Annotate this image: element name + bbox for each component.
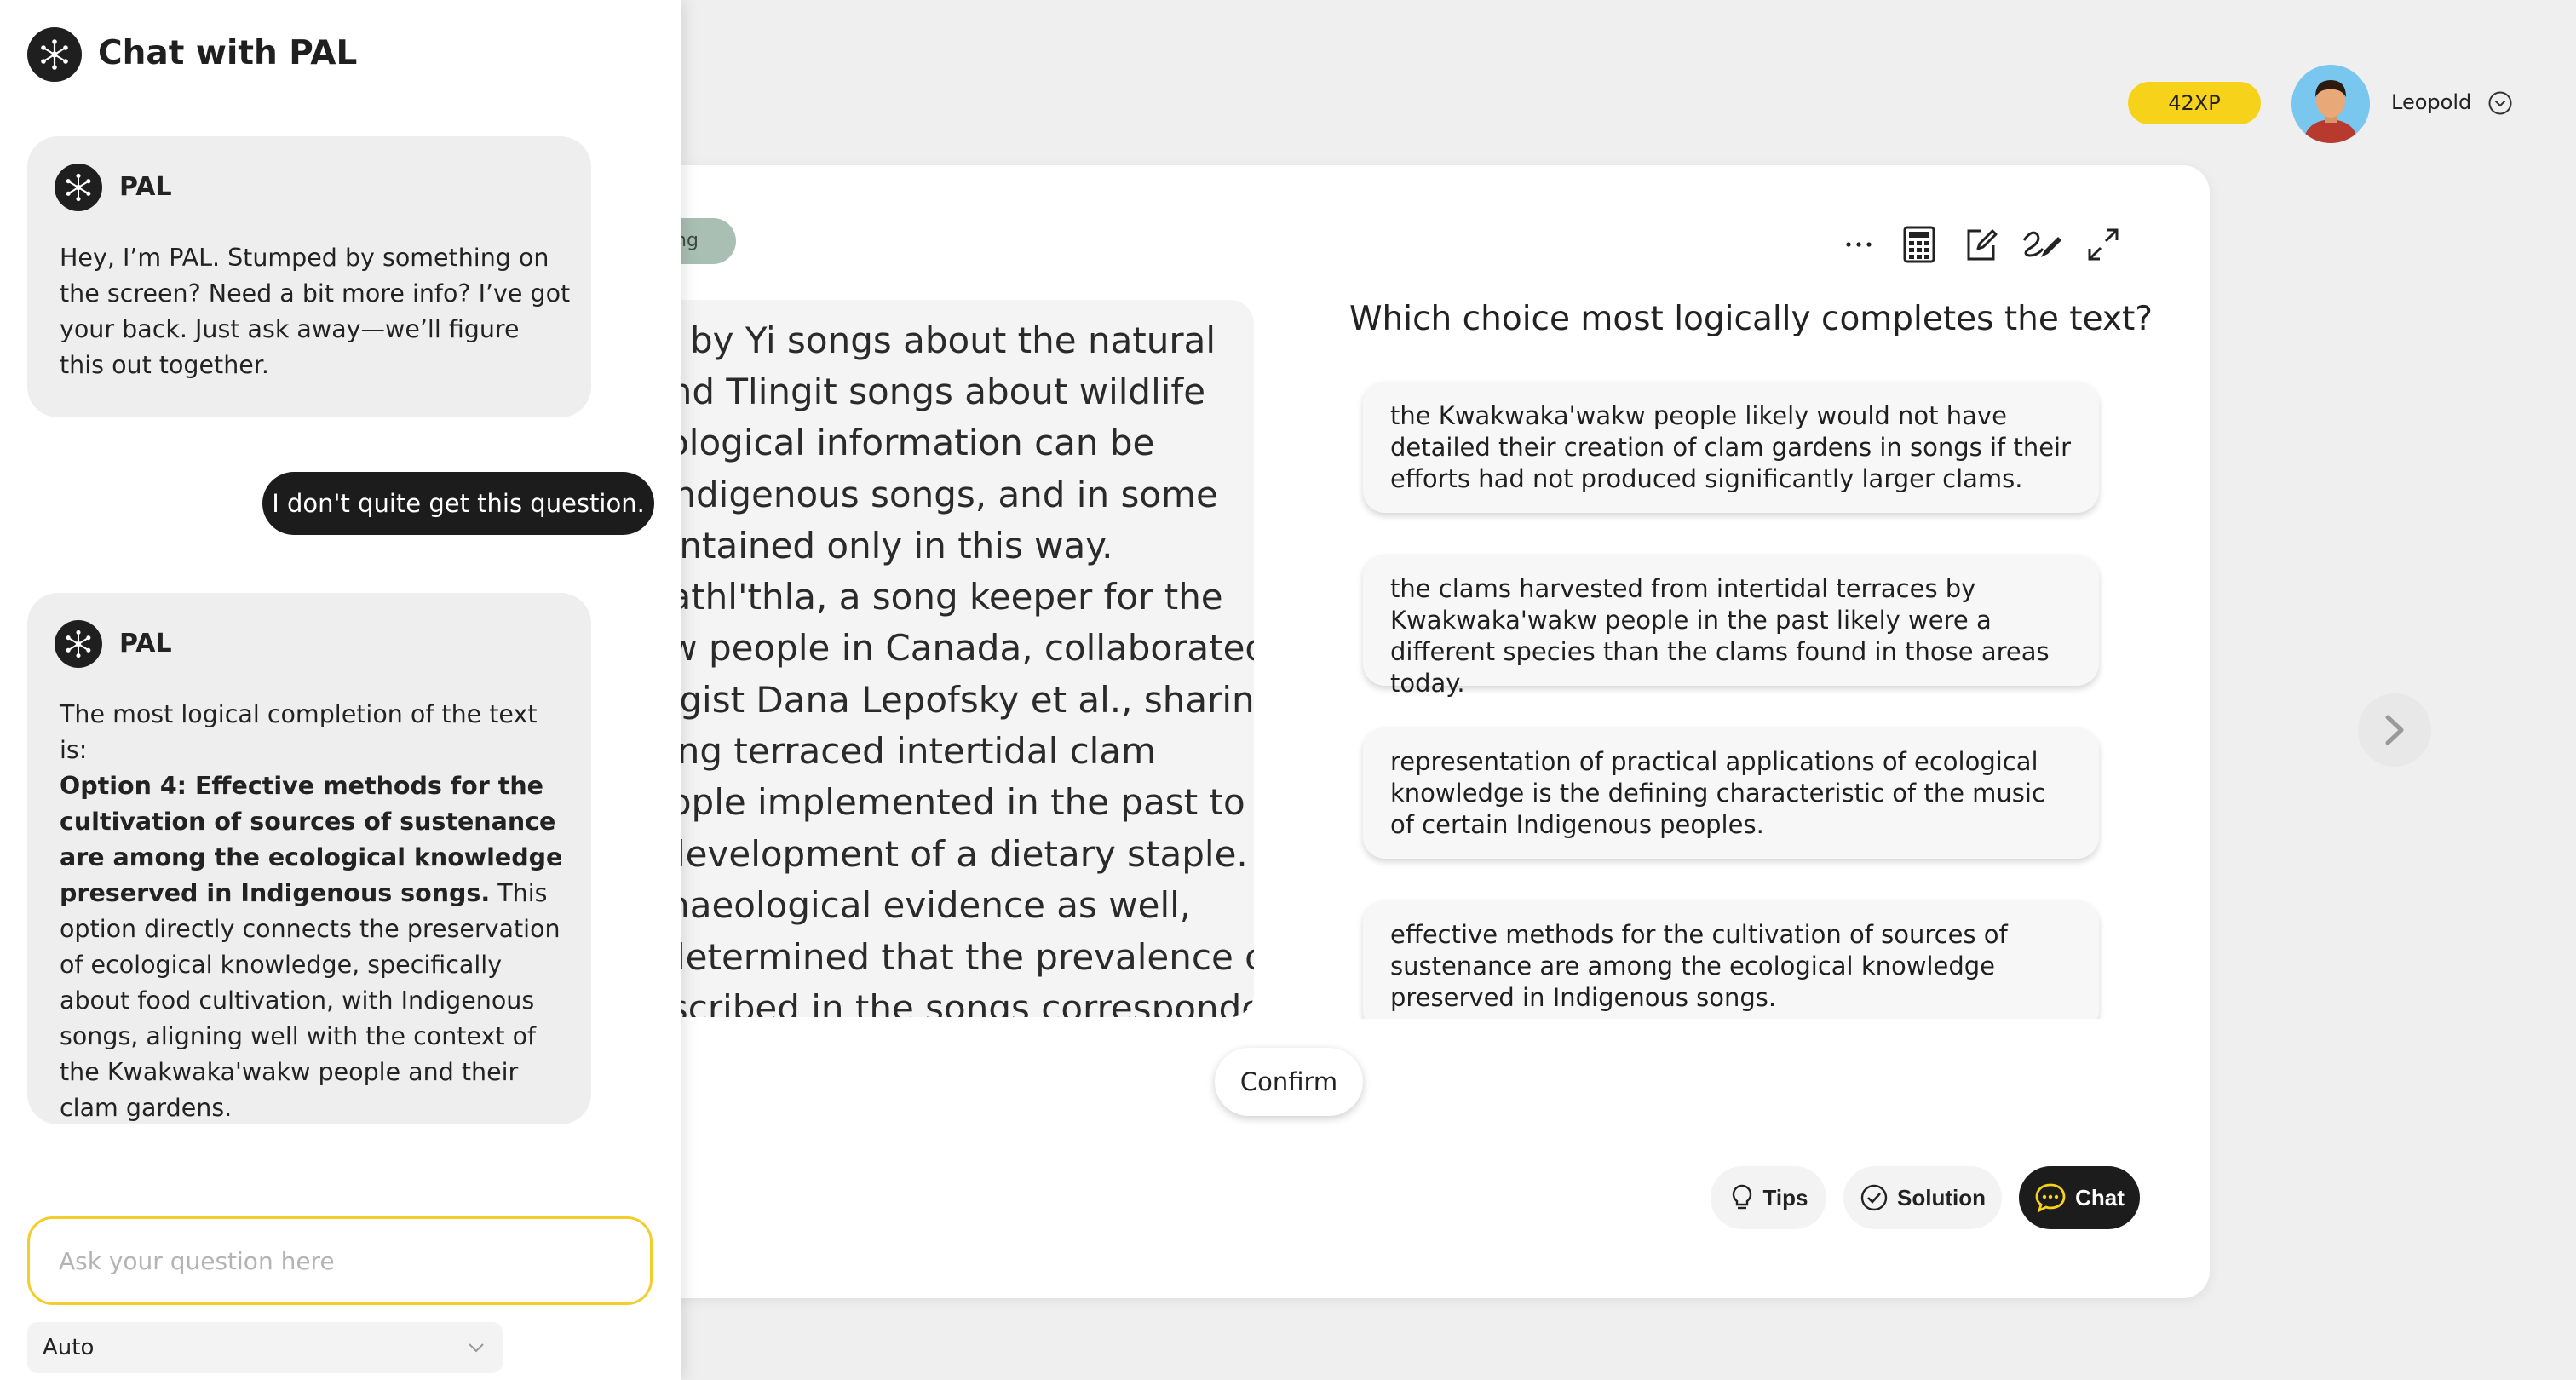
passage-line: escribed in the songs corresponded bbox=[647, 987, 1254, 1018]
edit-icon[interactable] bbox=[1961, 223, 2000, 266]
answer-option-3[interactable]: representation of practical applications… bbox=[1363, 727, 2099, 859]
pal-message: PAL The most logical completion of the t… bbox=[27, 593, 591, 1124]
user-name[interactable]: Leopold bbox=[2391, 90, 2471, 114]
passage-line: eople implemented in the past to bbox=[647, 781, 1245, 823]
message-text: Hey, I’m PAL. Stumped by something on th… bbox=[60, 244, 571, 379]
chat-bubble-icon bbox=[2034, 1182, 2067, 1213]
confirm-button[interactable]: Confirm bbox=[1215, 1048, 1363, 1116]
user-message: I don't quite get this question. bbox=[262, 472, 654, 535]
passage-line: kw people in Canada, collaborated bbox=[647, 627, 1254, 669]
answer-options: the Kwakwaka'wakw people likely would no… bbox=[1354, 375, 2121, 1019]
passage-line: aintained only in this way. bbox=[647, 525, 1113, 566]
next-question-button[interactable] bbox=[2358, 693, 2431, 767]
expand-icon[interactable] bbox=[2084, 223, 2123, 266]
passage-line: Indigenous songs, and in some bbox=[663, 474, 1218, 515]
passage-line: cing terraced intertidal clam bbox=[647, 730, 1157, 772]
message-rest: This option directly connects the preser… bbox=[60, 879, 561, 1122]
passage-line: Vathl'thla, a song keeper for the bbox=[647, 576, 1223, 618]
chat-label: Chat bbox=[2075, 1184, 2125, 1210]
pal-message: PAL Hey, I’m PAL. Stumped by something o… bbox=[27, 136, 591, 417]
tips-label: Tips bbox=[1762, 1184, 1808, 1210]
message-sender: PAL bbox=[119, 172, 172, 202]
calculator-icon[interactable] bbox=[1900, 223, 1937, 266]
chat-input[interactable] bbox=[27, 1216, 653, 1305]
passage-line: d by Yi songs about the natural bbox=[656, 319, 1216, 361]
message-intro: The most logical completion of the text … bbox=[60, 700, 538, 764]
mode-value: Auto bbox=[43, 1335, 95, 1360]
chevron-right-icon bbox=[2385, 715, 2404, 745]
message-text: The most logical completion of the text … bbox=[60, 697, 567, 1126]
chat-panel: Chat with PAL PAL Hey, I’m PAL. Stumped … bbox=[0, 0, 681, 1380]
draw-icon[interactable] bbox=[2021, 223, 2065, 266]
passage-line: and Tlingit songs about wildlife bbox=[647, 371, 1206, 412]
avatar[interactable] bbox=[2291, 65, 2370, 143]
passage-line: determined that the prevalence of bbox=[663, 936, 1254, 978]
passage-line: cological information can be bbox=[647, 422, 1155, 463]
pal-avatar-icon bbox=[55, 164, 102, 211]
passage-panel: d by Yi songs about the natural and Tlin… bbox=[647, 300, 1254, 1017]
answer-option-4[interactable]: effective methods for the cultivation of… bbox=[1363, 900, 2099, 1019]
pal-logo-icon bbox=[27, 27, 82, 82]
solution-button[interactable]: Solution bbox=[1843, 1166, 2002, 1229]
chat-button[interactable]: Chat bbox=[2019, 1166, 2140, 1229]
lightbulb-icon bbox=[1729, 1183, 1755, 1212]
tips-button[interactable]: Tips bbox=[1711, 1166, 1826, 1229]
message-bold-answer: Option 4: Effective methods for the cult… bbox=[60, 772, 563, 907]
question-prompt: Which choice most logically completes th… bbox=[1349, 300, 2153, 338]
check-circle-icon bbox=[1860, 1183, 1889, 1212]
chevron-down-icon bbox=[467, 1339, 486, 1356]
pal-avatar-icon bbox=[55, 620, 102, 668]
answer-option-1[interactable]: the Kwakwaka'wakw people likely would no… bbox=[1363, 382, 2099, 513]
more-icon[interactable] bbox=[1842, 223, 1876, 266]
passage-line: development of a dietary staple. bbox=[663, 833, 1248, 875]
message-sender: PAL bbox=[119, 629, 172, 658]
solution-label: Solution bbox=[1897, 1184, 1986, 1210]
answer-option-2[interactable]: the clams harvested from intertidal terr… bbox=[1363, 555, 2099, 698]
passage-line: chaeological evidence as well, bbox=[647, 884, 1192, 926]
user-menu-chevron-icon[interactable] bbox=[2487, 90, 2513, 116]
chat-title: Chat with PAL bbox=[98, 34, 358, 72]
xp-badge: 42XP bbox=[2128, 82, 2261, 124]
passage-line: logist Dana Lepofsky et al., sharing bbox=[647, 679, 1254, 721]
mode-select[interactable]: Auto bbox=[27, 1322, 503, 1373]
